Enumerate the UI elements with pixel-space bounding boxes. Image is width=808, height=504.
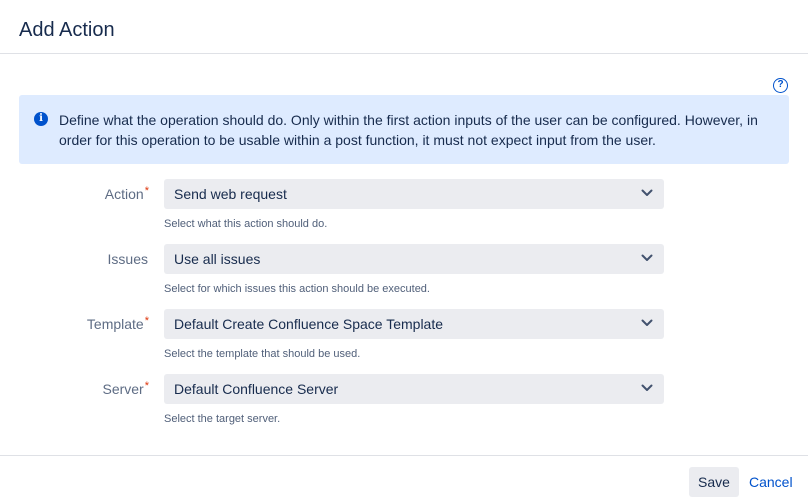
- field-description-server: Select the target server.: [164, 413, 281, 425]
- issues-select[interactable]: Use all issues: [164, 244, 664, 274]
- server-select[interactable]: Default Confluence Server: [164, 374, 664, 404]
- dialog-title: Add Action: [19, 19, 115, 41]
- info-message: i Define what the operation should do. O…: [19, 95, 789, 164]
- info-message-text: Define what the operation should do. Onl…: [59, 112, 758, 148]
- chevron-down-icon: [641, 189, 653, 196]
- field-description-template: Select the template that should be used.: [164, 348, 361, 360]
- save-button[interactable]: Save: [689, 467, 739, 497]
- required-marker: *: [144, 185, 149, 197]
- dialog-header: Add Action: [0, 0, 808, 54]
- field-label-action: Action*: [104, 185, 149, 202]
- field-description-issues: Select for which issues this action shou…: [164, 283, 430, 295]
- cancel-link[interactable]: Cancel: [749, 467, 793, 497]
- chevron-down-icon: [641, 254, 653, 261]
- question-circle-icon[interactable]: ?: [773, 78, 788, 93]
- server-select-value: Default Confluence Server: [174, 381, 339, 397]
- chevron-down-icon: [641, 384, 653, 391]
- action-select-value: Send web request: [174, 186, 287, 202]
- field-label-issues: Issues: [107, 251, 148, 267]
- dialog-footer: Save Cancel: [0, 455, 808, 504]
- issues-select-value: Use all issues: [174, 251, 261, 267]
- required-marker: *: [144, 315, 149, 327]
- template-select-value: Default Create Confluence Space Template: [174, 316, 444, 332]
- field-description-action: Select what this action should do.: [164, 218, 328, 230]
- field-label-server: Server*: [102, 380, 149, 397]
- template-select[interactable]: Default Create Confluence Space Template: [164, 309, 664, 339]
- field-label-template: Template*: [86, 315, 149, 332]
- info-circle-icon: i: [34, 112, 48, 126]
- chevron-down-icon: [641, 319, 653, 326]
- action-select[interactable]: Send web request: [164, 179, 664, 209]
- required-marker: *: [144, 380, 149, 392]
